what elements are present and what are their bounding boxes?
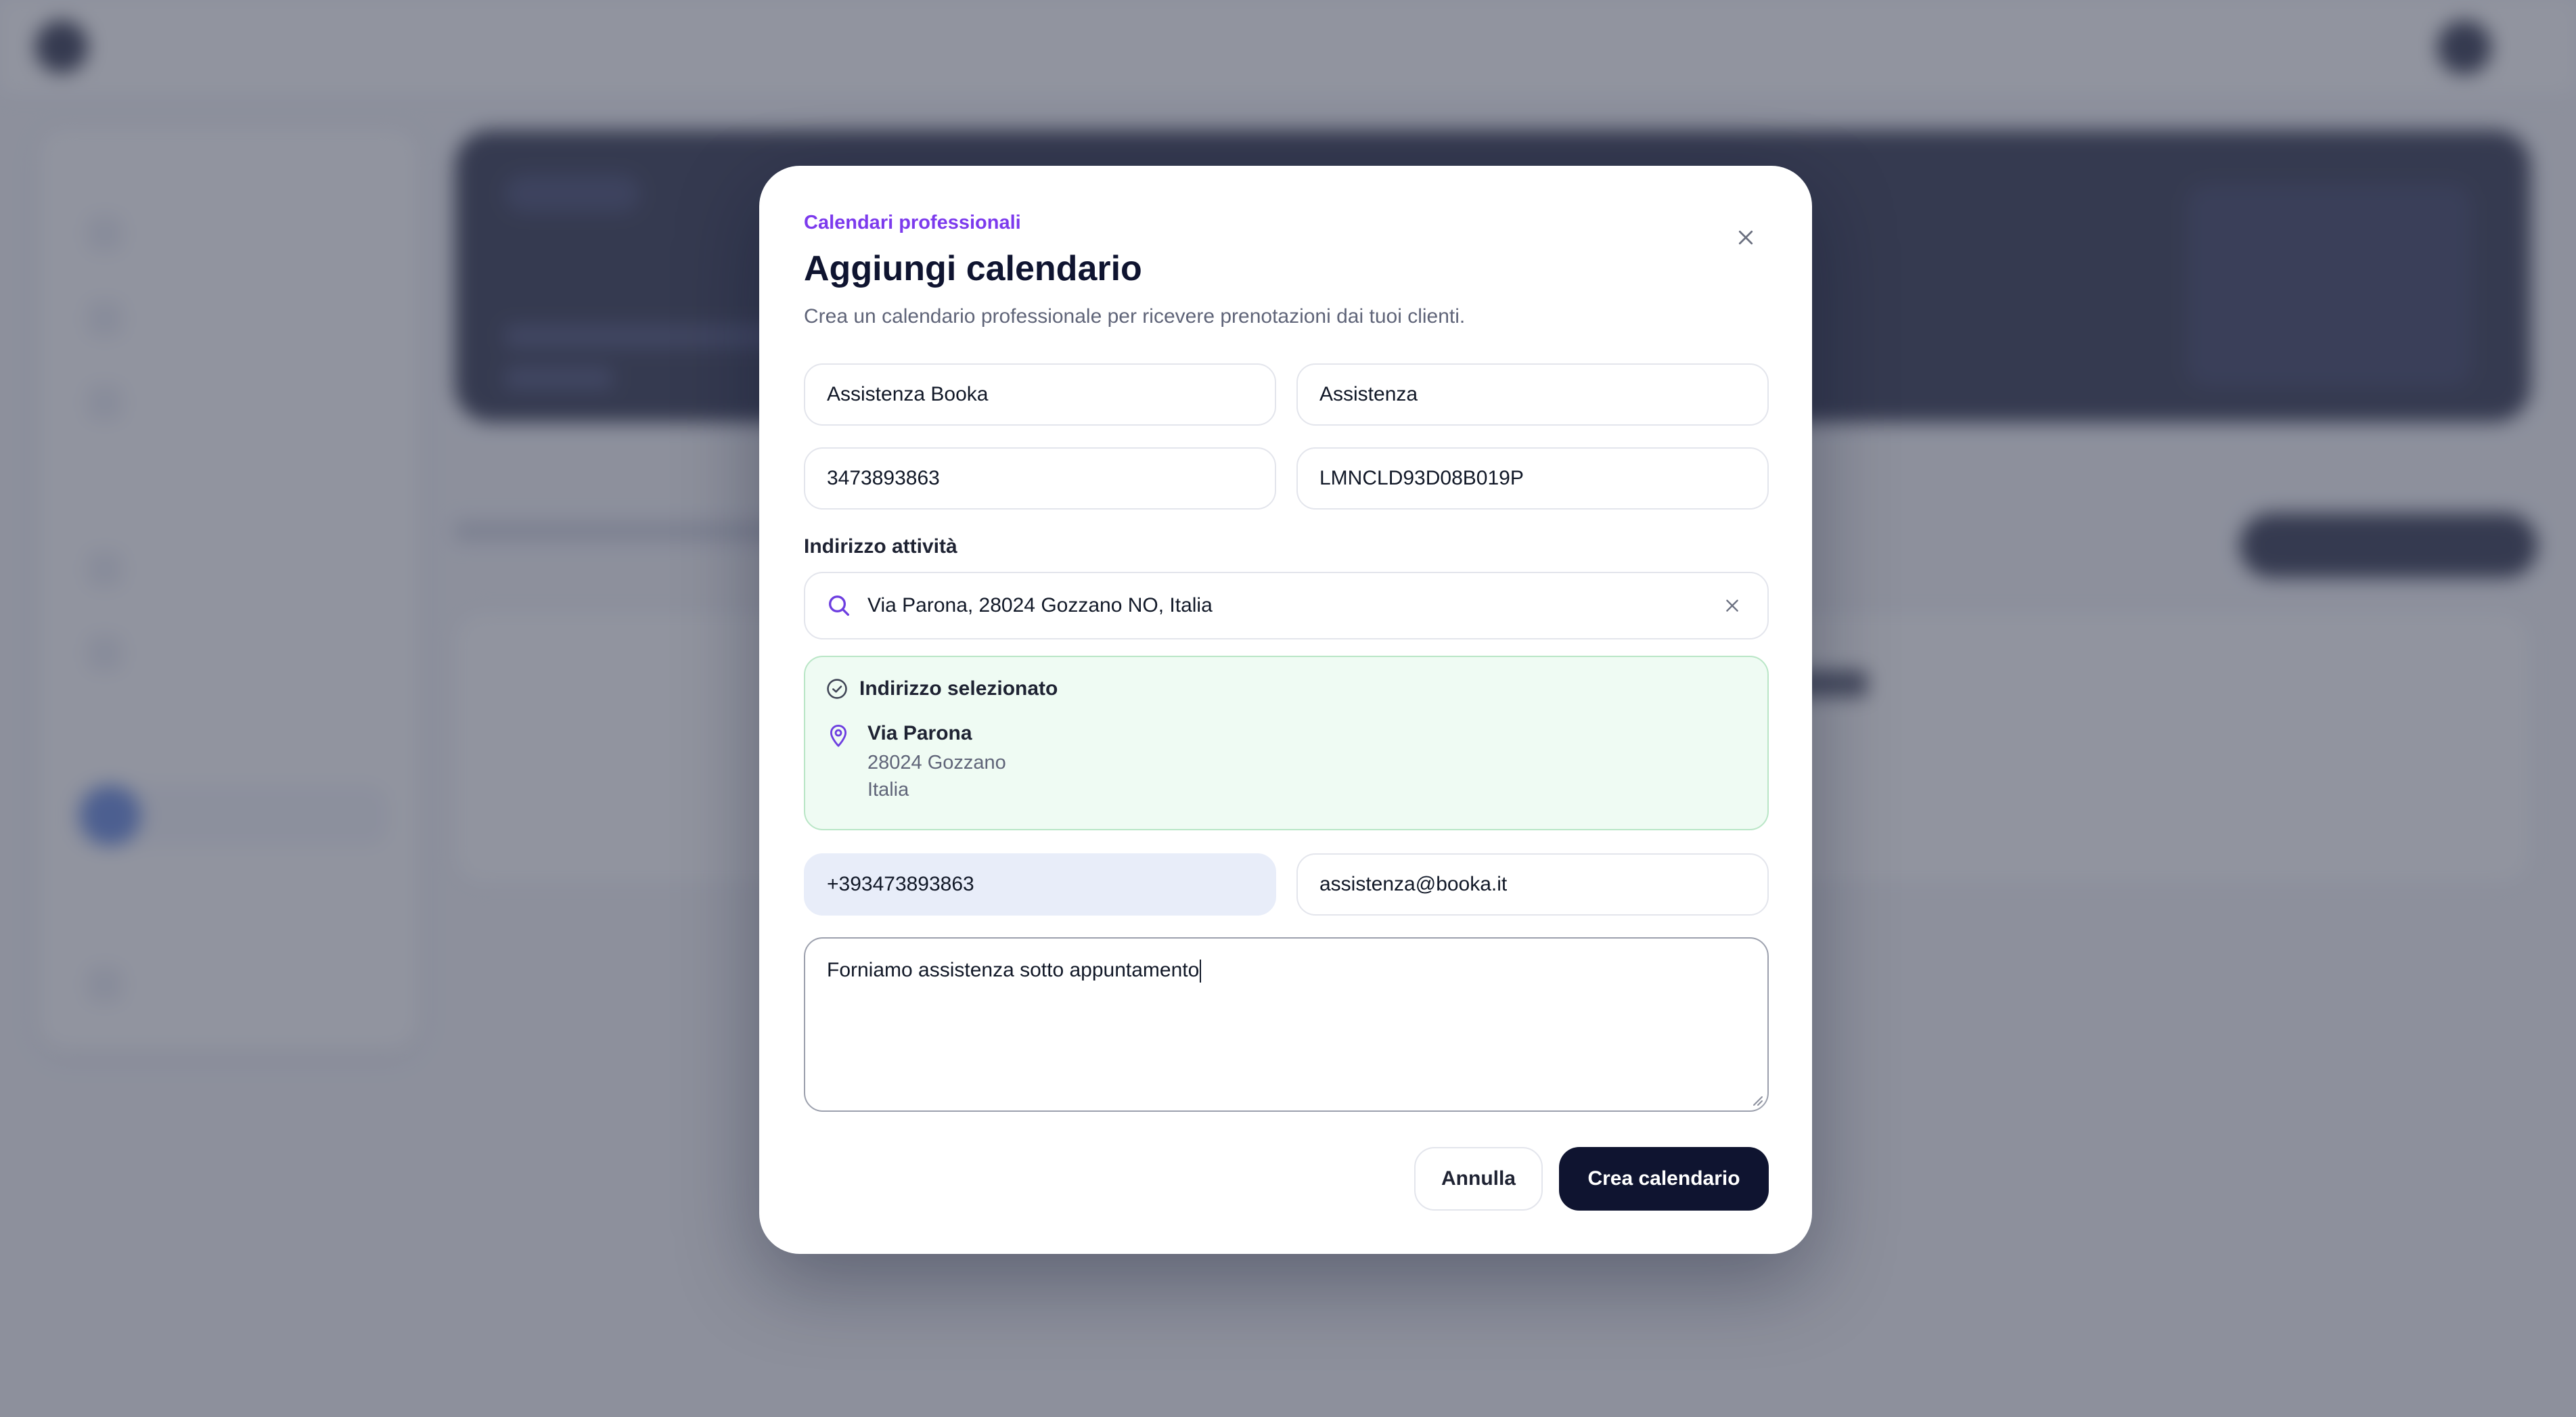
phone-input[interactable]: +393473893863	[804, 853, 1276, 916]
search-icon	[829, 595, 849, 616]
selected-address-card: Indirizzo selezionato Via Parona 28024 G…	[804, 656, 1769, 830]
selected-address-heading-text: Indirizzo selezionato	[859, 677, 1058, 700]
tax-code-value: LMNCLD93D08B019P	[1319, 467, 1524, 489]
selected-country: Italia	[867, 779, 909, 801]
vat-input[interactable]: 3473893863	[804, 447, 1276, 510]
dialog-eyebrow: Calendari professionali	[804, 212, 1021, 233]
tax-code-input[interactable]: LMNCLD93D08B019P	[1296, 447, 1769, 510]
category-value: Assistenza	[1319, 383, 1418, 405]
address-label: Indirizzo attività	[804, 535, 957, 558]
address-search-value: Via Parona, 28024 Gozzano NO, Italia	[867, 594, 1213, 616]
app-root: Calendari professionali Aggiungi calenda…	[0, 0, 2576, 1417]
phone-value: +393473893863	[827, 873, 974, 895]
close-icon	[1738, 230, 1753, 245]
map-pin-icon	[830, 724, 847, 747]
close-icon	[1726, 600, 1738, 612]
description-value: Forniamo assistenza sotto appuntamento	[827, 959, 1200, 981]
create-calendar-button[interactable]: Crea calendario	[1559, 1147, 1769, 1211]
name-input[interactable]: Assistenza Booka	[804, 363, 1276, 426]
resize-handle-icon[interactable]	[1748, 1092, 1763, 1106]
email-field[interactable]: assistenza@booka.it	[1296, 853, 1769, 916]
close-button[interactable]	[1725, 217, 1766, 258]
email-value: assistenza@booka.it	[1319, 873, 1508, 895]
description-textarea[interactable]: Forniamo assistenza sotto appuntamento	[804, 937, 1769, 1112]
check-circle-icon	[827, 679, 847, 699]
category-input[interactable]: Assistenza	[1296, 363, 1769, 426]
add-calendar-dialog: Calendari professionali Aggiungi calenda…	[759, 166, 1812, 1254]
address-search-input[interactable]: Via Parona, 28024 Gozzano NO, Italia	[804, 572, 1769, 639]
name-value: Assistenza Booka	[827, 383, 989, 405]
dialog-subtitle: Crea un calendario professionale per ric…	[804, 305, 1466, 328]
selected-address-heading: Indirizzo selezionato	[826, 677, 1058, 700]
selected-city: 28024 Gozzano	[867, 752, 1006, 773]
cancel-button[interactable]: Annulla	[1414, 1147, 1543, 1211]
selected-street: Via Parona	[867, 722, 972, 744]
text-caret	[1200, 960, 1202, 983]
vat-value: 3473893863	[827, 467, 940, 489]
dialog-title: Aggiungi calendario	[804, 249, 1142, 288]
clear-address-button[interactable]	[1717, 591, 1747, 621]
